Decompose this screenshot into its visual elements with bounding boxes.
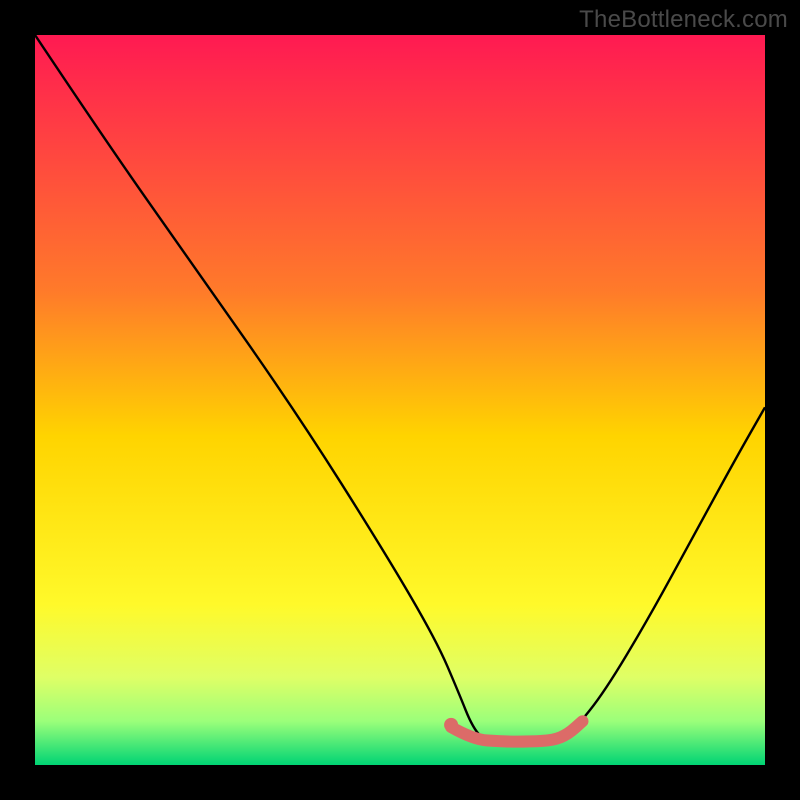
gradient-rect [35,35,765,765]
plot-area [35,35,765,765]
watermark-text: TheBottleneck.com [579,6,788,34]
highlight-dot [444,718,458,732]
chart-svg [35,35,765,765]
chart-frame: TheBottleneck.com [0,0,800,800]
